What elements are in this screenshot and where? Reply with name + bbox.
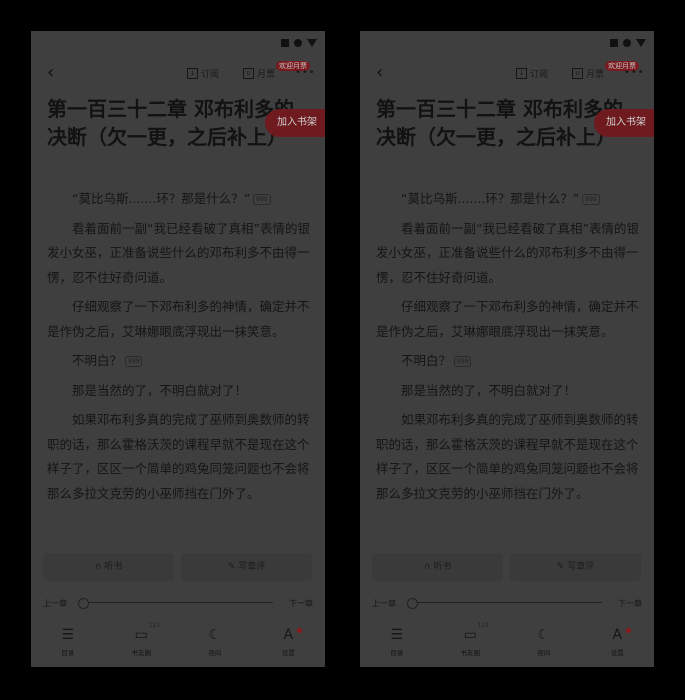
listen-button[interactable]: ∩ 听书 (43, 553, 174, 581)
progress-track[interactable] (412, 602, 602, 603)
subscribe-button[interactable]: ↓ 订阅 (516, 67, 548, 80)
progress-track[interactable] (83, 602, 273, 603)
ticket-icon: ∪ (572, 68, 583, 79)
moon-icon: ☾ (537, 627, 551, 643)
chapter-title: 第一百三十二章 邓布利多的决断（欠一更，之后补上） (47, 97, 294, 149)
signal-icon (636, 39, 646, 47)
nav-settings[interactable]: A 设置 (252, 626, 326, 657)
paragraph: 如果邓布利多真的完成了巫师到奥数师的转职的话，那么霍格沃茨的课程早就不是现在这个… (376, 412, 639, 501)
list-icon: ☰ (61, 627, 75, 643)
bottom-nav: ☰ 目录 ▭ 123 书友圈 ☾ 夜间 A 设置 (360, 622, 655, 657)
next-chapter-button[interactable]: 下一章 (618, 598, 642, 609)
nav-catalog[interactable]: ☰ 目录 (360, 626, 434, 657)
notification-dot (625, 628, 631, 633)
download-icon: ↓ (516, 68, 527, 79)
write-review-label: 写章评 (238, 562, 266, 572)
progress-slider-handle[interactable] (407, 598, 418, 609)
monthly-ticket-label: 月票 (257, 70, 276, 80)
pencil-icon: ✎ (227, 562, 236, 572)
paragraph: 仔细观察了一下邓布利多的神情，确定并不是作伪之后，艾琳娜眼底浮现出一抹笑意。 (376, 299, 639, 339)
subscribe-button[interactable]: ↓ 订阅 (187, 67, 219, 80)
prev-chapter-button[interactable]: 上一章 (43, 598, 67, 609)
comment-bubble-icon[interactable]: 999 (582, 194, 600, 205)
paragraph: 如果邓布利多真的完成了巫师到奥数师的转职的话，那么霍格沃茨的课程早就不是现在这个… (47, 412, 310, 501)
headphones-icon: ∩ (423, 562, 431, 572)
comment-bubble-icon[interactable]: 999 (253, 194, 271, 205)
paragraph: 不明白？ 999 (47, 349, 313, 374)
record-icon (623, 39, 631, 47)
listen-label: 听书 (433, 562, 452, 572)
list-icon: ☰ (390, 627, 404, 643)
paragraph: 那是当然的了，不明白就对了！ (72, 382, 248, 398)
download-icon: ↓ (187, 68, 198, 79)
paragraph: “莫比乌斯.......环？那是什么？” 999 (376, 187, 642, 212)
circle-count: 123 (148, 622, 160, 629)
write-review-button[interactable]: ✎ 写章评 (510, 553, 641, 581)
add-to-shelf-button[interactable]: 加入书架 (594, 109, 654, 137)
chevron-left-icon: ‹ (376, 62, 384, 83)
nav-book-circle[interactable]: ▭ 123 书友圈 (105, 622, 179, 657)
font-settings-icon: A (612, 627, 623, 643)
write-review-button[interactable]: ✎ 写章评 (181, 553, 312, 581)
chapter-body: “莫比乌斯.......环？那是什么？” 999 看着面前一副“我已经看破了真相”… (376, 187, 642, 511)
chat-icon: ▭ (134, 627, 148, 643)
comment-bubble-icon[interactable]: 999 (454, 356, 472, 367)
chevron-left-icon: ‹ (47, 62, 55, 83)
back-button[interactable]: ‹ (376, 64, 383, 82)
nav-settings[interactable]: A 设置 (581, 626, 655, 657)
reader-screen-right: ‹ ↓ 订阅 ∪ 月票 欢迎月票 ••• 第一百三十二章 邓布利多的决断（欠一更… (360, 31, 654, 667)
add-to-shelf-button[interactable]: 加入书架 (265, 109, 325, 137)
progress-slider-handle[interactable] (78, 598, 89, 609)
stop-icon (610, 39, 618, 47)
write-review-label: 写章评 (567, 562, 595, 572)
paragraph: 看着面前一副“我已经看破了真相”表情的银发小女巫，正准备说些什么的邓布利多不由得… (376, 220, 639, 285)
more-icon: ••• (295, 67, 316, 78)
subscribe-label: 订阅 (530, 70, 549, 80)
font-settings-icon: A (283, 627, 294, 643)
nav-book-circle[interactable]: ▭ 123 书友圈 (434, 622, 508, 657)
record-icon (294, 39, 302, 47)
comment-bubble-icon[interactable]: 999 (125, 356, 143, 367)
monthly-ticket-button[interactable]: ∪ 月票 (243, 67, 275, 80)
subscribe-label: 订阅 (201, 70, 220, 80)
prev-chapter-button[interactable]: 上一章 (372, 598, 396, 609)
nav-catalog[interactable]: ☰ 目录 (31, 626, 105, 657)
nav-night-mode[interactable]: ☾ 夜间 (178, 626, 252, 657)
listen-label: 听书 (104, 562, 123, 572)
status-bar (610, 39, 646, 47)
notification-dot (296, 628, 302, 633)
moon-icon: ☾ (208, 627, 222, 643)
bottom-nav: ☰ 目录 ▭ 123 书友圈 ☾ 夜间 A 设置 (31, 622, 326, 657)
paragraph: 那是当然的了，不明白就对了！ (401, 382, 577, 398)
signal-icon (307, 39, 317, 47)
chapter-body: “莫比乌斯.......环？那是什么？” 999 看着面前一副“我已经看破了真相”… (47, 187, 313, 511)
ticket-icon: ∪ (243, 68, 254, 79)
chat-icon: ▭ (463, 627, 477, 643)
nav-night-mode[interactable]: ☾ 夜间 (507, 626, 581, 657)
back-button[interactable]: ‹ (47, 64, 54, 82)
paragraph: 看着面前一副“我已经看破了真相”表情的银发小女巫，正准备说些什么的邓布利多不由得… (47, 220, 310, 285)
listen-button[interactable]: ∩ 听书 (372, 553, 503, 581)
monthly-ticket-label: 月票 (586, 70, 605, 80)
more-button[interactable]: ••• (624, 67, 645, 78)
paragraph: 不明白？ 999 (376, 349, 642, 374)
pencil-icon: ✎ (556, 562, 565, 572)
paragraph: “莫比乌斯.......环？那是什么？” 999 (47, 187, 313, 212)
chapter-title: 第一百三十二章 邓布利多的决断（欠一更，之后补上） (376, 97, 623, 149)
monthly-ticket-button[interactable]: ∪ 月票 (572, 67, 604, 80)
stop-icon (281, 39, 289, 47)
next-chapter-button[interactable]: 下一章 (289, 598, 313, 609)
status-bar (281, 39, 317, 47)
paragraph: 仔细观察了一下邓布利多的神情，确定并不是作伪之后，艾琳娜眼底浮现出一抹笑意。 (47, 299, 310, 339)
more-icon: ••• (624, 67, 645, 78)
more-button[interactable]: ••• (295, 67, 316, 78)
circle-count: 123 (477, 622, 489, 629)
reader-screen-left: ‹ ↓ 订阅 ∪ 月票 欢迎月票 ••• 第一百三十二章 邓布利多的决断（欠一更… (31, 31, 325, 667)
headphones-icon: ∩ (94, 562, 102, 572)
